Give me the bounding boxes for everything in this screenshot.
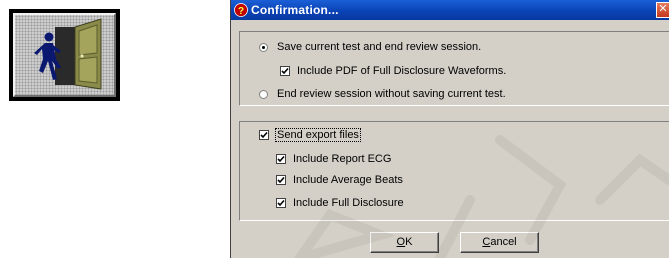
dialog-titlebar: ? Confirmation... ✕ [231, 0, 669, 20]
ok-button[interactable]: OK [370, 232, 439, 253]
svg-text:?: ? [238, 6, 244, 17]
checkbox-send-export-control[interactable] [259, 130, 269, 140]
checkbox-include-pdf-label: Include PDF of Full Disclosure Waveforms… [297, 65, 507, 77]
radio-save-end-label: Save current test and end review session… [277, 41, 482, 53]
checkbox-average-beats[interactable]: Include Average Beats [276, 174, 403, 186]
checkbox-send-export[interactable]: Send export files [259, 128, 361, 142]
checkbox-full-disclosure-label: Include Full Disclosure [293, 197, 404, 209]
checkbox-average-beats-control[interactable] [276, 175, 286, 185]
checkmark-icon [281, 67, 289, 75]
radio-end-no-save[interactable]: End review session without saving curren… [259, 88, 506, 100]
checkbox-report-ecg-label: Include Report ECG [293, 153, 392, 165]
exit-review-button[interactable] [9, 9, 120, 101]
checkbox-send-export-label: Send export files [275, 128, 361, 142]
checkbox-report-ecg-control[interactable] [276, 154, 286, 164]
ok-button-label: K [405, 236, 413, 248]
export-options-group: Send export files Include Report ECG Inc… [239, 121, 669, 221]
checkbox-full-disclosure-control[interactable] [276, 198, 286, 208]
exit-door-icon [34, 18, 102, 90]
checkmark-icon [277, 155, 285, 163]
radio-end-no-save-control[interactable] [259, 89, 268, 99]
checkbox-average-beats-label: Include Average Beats [293, 174, 403, 186]
close-button[interactable]: ✕ [656, 2, 669, 18]
checkbox-include-pdf-control[interactable] [280, 66, 290, 76]
checkmark-icon [260, 131, 268, 139]
close-icon: ✕ [658, 3, 668, 15]
save-options-group: Save current test and end review session… [239, 31, 669, 106]
checkbox-report-ecg[interactable]: Include Report ECG [276, 153, 391, 165]
radio-end-no-save-label: End review session without saving curren… [277, 88, 506, 100]
radio-save-end-control[interactable] [259, 42, 268, 52]
cancel-button-label: ancel [490, 236, 517, 248]
question-icon: ? [234, 3, 248, 17]
checkmark-icon [277, 176, 285, 184]
checkmark-icon [277, 199, 285, 207]
exit-review-button-face[interactable] [13, 13, 116, 97]
cancel-button[interactable]: Cancel [460, 232, 539, 253]
ok-button-mnemonic: O [396, 236, 406, 248]
checkbox-full-disclosure[interactable]: Include Full Disclosure [276, 197, 404, 209]
dialog-title: Confirmation... [251, 3, 339, 17]
confirmation-dialog: ? Confirmation... ✕ Save current test an… [230, 0, 669, 258]
radio-save-end[interactable]: Save current test and end review session… [259, 41, 481, 53]
checkbox-include-pdf[interactable]: Include PDF of Full Disclosure Waveforms… [280, 65, 506, 77]
